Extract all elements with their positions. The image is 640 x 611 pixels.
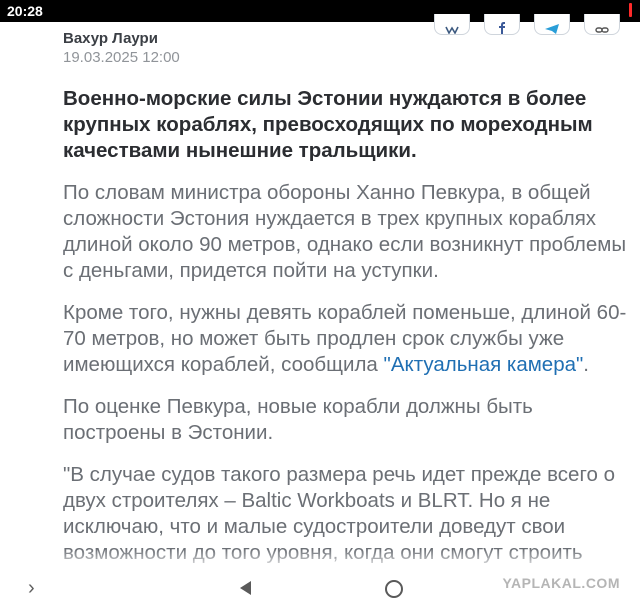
publish-date: 19.03.2025 12:00 <box>63 49 180 66</box>
article-body: Военно-морские силы Эстонии нуждаются в … <box>63 86 635 582</box>
paragraph-3: По оценке Певкура, новые корабли должны … <box>63 395 533 444</box>
bottom-fade <box>0 549 640 571</box>
link-icon <box>595 27 609 33</box>
share-vk-button[interactable] <box>434 14 470 35</box>
paragraph-2: Кроме того, нужны девять кораблей помень… <box>63 300 635 378</box>
paragraph-2-end: . <box>583 353 589 376</box>
vk-icon <box>445 26 459 34</box>
chevron-right-icon[interactable]: › <box>28 577 35 600</box>
share-buttons <box>434 14 620 35</box>
notification-indicator <box>629 3 632 17</box>
home-icon[interactable] <box>385 580 403 598</box>
share-link-button[interactable] <box>584 14 620 35</box>
author-name[interactable]: Вахур Лаури <box>63 30 180 47</box>
navigation-bar: › YAPLAKAL.COM <box>0 571 640 611</box>
telegram-icon <box>545 24 559 34</box>
share-facebook-button[interactable] <box>484 14 520 35</box>
site-watermark: YAPLAKAL.COM <box>502 575 620 591</box>
source-link[interactable]: "Актуальная камера" <box>384 353 584 376</box>
article-byline: Вахур Лаури 19.03.2025 12:00 <box>63 30 180 66</box>
article-lead: Военно-морские силы Эстонии нуждаются в … <box>63 87 593 162</box>
share-telegram-button[interactable] <box>534 14 570 35</box>
paragraph-1: По словам министра обороны Ханно Певкура… <box>63 181 627 282</box>
facebook-icon <box>499 22 505 34</box>
status-time: 20:28 <box>7 3 43 19</box>
back-icon[interactable] <box>240 581 251 595</box>
